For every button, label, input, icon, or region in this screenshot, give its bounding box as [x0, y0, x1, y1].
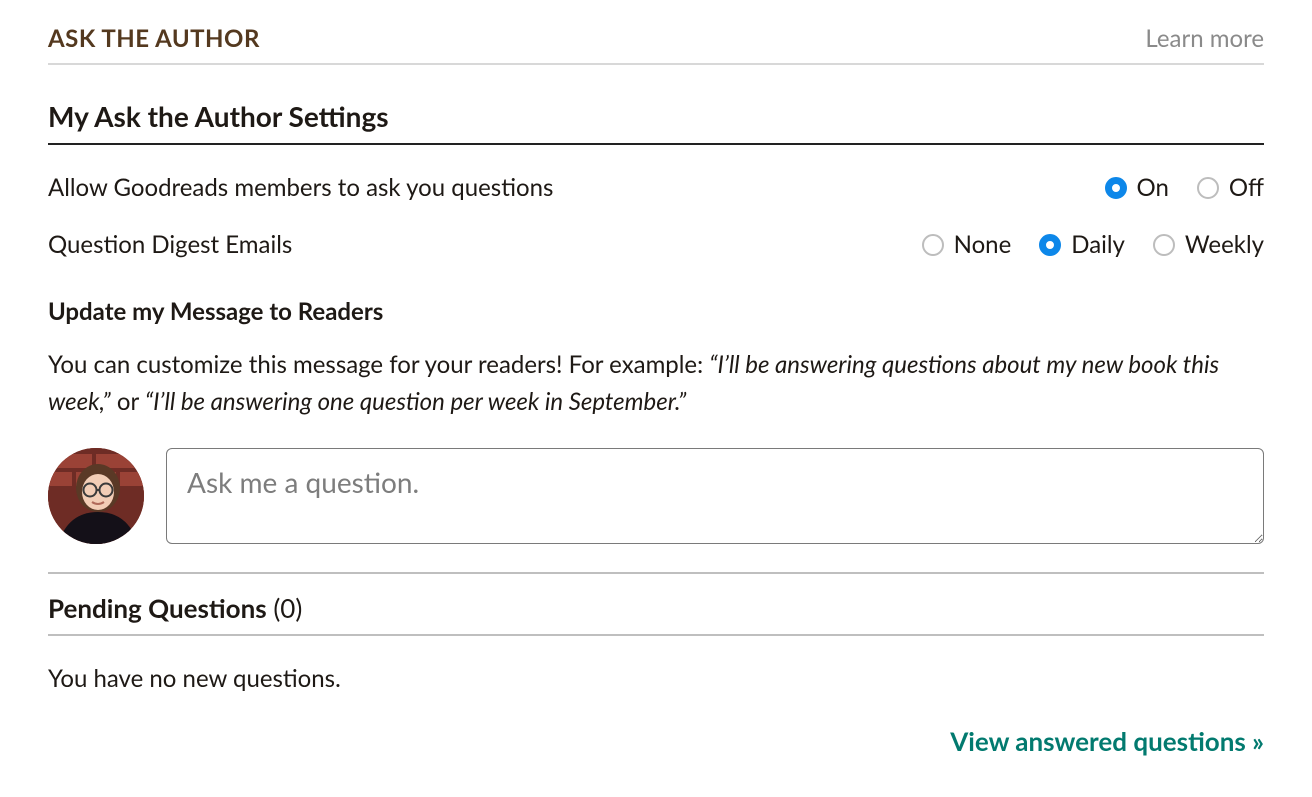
pending-questions-label: Pending Questions: [48, 592, 267, 624]
radio-icon: [1039, 234, 1061, 256]
setting-allow-questions-label: Allow Goodreads members to ask you quest…: [48, 173, 553, 202]
update-message-help: You can customize this message for your …: [48, 346, 1264, 420]
allow-questions-on-radio[interactable]: On: [1105, 173, 1169, 202]
radio-label: None: [954, 230, 1012, 259]
setting-digest-label: Question Digest Emails: [48, 230, 292, 259]
pending-questions-section: Pending Questions (0) You have no new qu…: [48, 572, 1264, 693]
help-or: or: [111, 387, 145, 416]
learn-more-link[interactable]: Learn more: [1145, 24, 1264, 53]
digest-daily-radio[interactable]: Daily: [1039, 230, 1125, 259]
help-example-2: “I’ll be answering one question per week…: [145, 387, 686, 416]
radio-icon: [1197, 177, 1219, 199]
pending-questions-title: Pending Questions (0): [48, 574, 1264, 636]
pending-empty-message: You have no new questions.: [48, 664, 1264, 693]
pending-questions-count: (0): [273, 592, 302, 624]
radio-icon: [1153, 234, 1175, 256]
radio-label: Daily: [1071, 230, 1125, 259]
page-header-title: ASK THE AUTHOR: [48, 24, 260, 53]
setting-allow-questions: Allow Goodreads members to ask you quest…: [48, 173, 1264, 202]
digest-none-radio[interactable]: None: [922, 230, 1012, 259]
help-prefix: You can customize this message for your …: [48, 350, 709, 379]
digest-weekly-radio[interactable]: Weekly: [1153, 230, 1264, 259]
avatar-image-icon: [48, 448, 144, 544]
update-message-heading: Update my Message to Readers: [48, 297, 1264, 326]
radio-label: On: [1137, 173, 1169, 202]
setting-digest-emails: Question Digest Emails None Daily Weekly: [48, 230, 1264, 259]
radio-label: Off: [1229, 173, 1264, 202]
message-to-readers-input[interactable]: [166, 448, 1264, 544]
compose-row: [48, 448, 1264, 544]
digest-radio-group: None Daily Weekly: [922, 230, 1264, 259]
author-avatar[interactable]: [48, 448, 144, 544]
radio-icon: [922, 234, 944, 256]
allow-questions-radio-group: On Off: [1105, 173, 1264, 202]
settings-section-title: My Ask the Author Settings: [48, 99, 1264, 145]
radio-icon: [1105, 177, 1127, 199]
radio-label: Weekly: [1185, 230, 1264, 259]
view-answered-questions-link[interactable]: View answered questions »: [950, 725, 1264, 757]
allow-questions-off-radio[interactable]: Off: [1197, 173, 1264, 202]
